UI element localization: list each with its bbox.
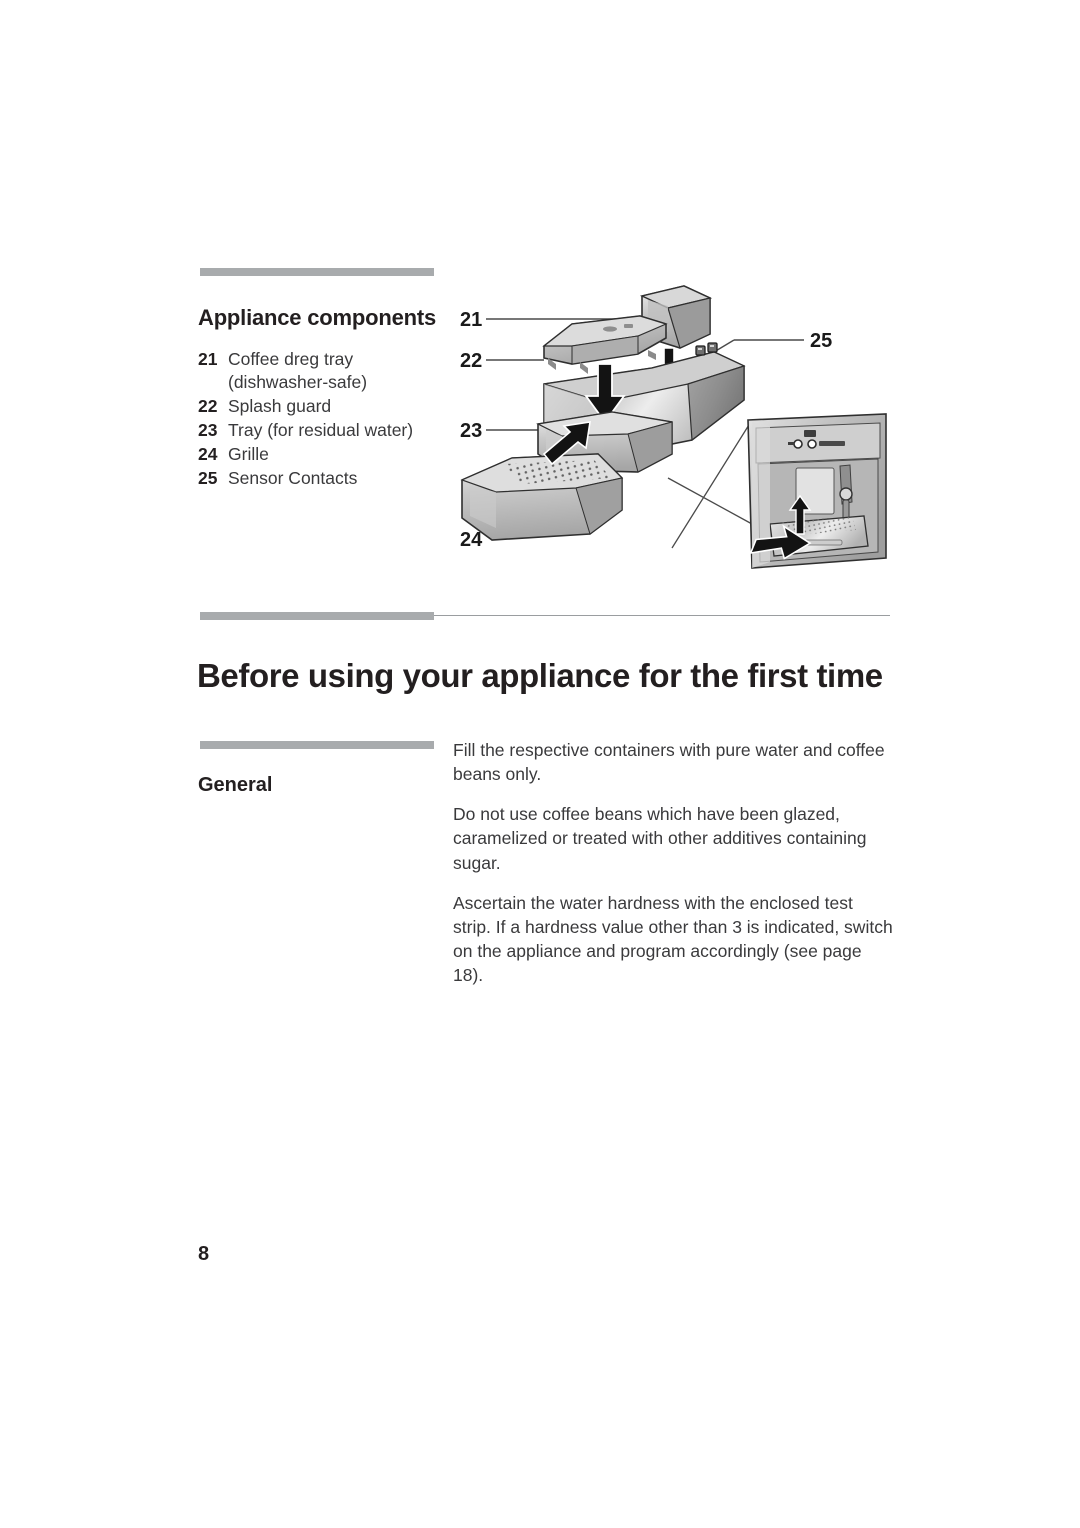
callout-23: 23	[460, 420, 482, 442]
exploded-view-illustration: 21 22 23 24 25	[452, 272, 892, 572]
callout-22: 22	[460, 350, 482, 372]
component-label-group: Coffee dreg tray (dishwasher-safe)	[228, 348, 448, 394]
section-rule-bar	[200, 612, 434, 620]
component-number: 23	[198, 420, 218, 441]
paragraph: Do not use coffee beans which have been …	[453, 804, 867, 873]
component-number: 25	[198, 468, 218, 489]
component-number: 21	[198, 349, 218, 369]
list-item: 24 Grille	[198, 443, 448, 466]
subsection-rule-bar	[200, 741, 434, 749]
component-number: 22	[198, 396, 218, 417]
callout-25: 25	[810, 330, 832, 352]
component-sublabel: (dishwasher-safe)	[228, 372, 368, 393]
callout-21: 21	[460, 309, 482, 331]
section-rule-line	[434, 615, 890, 616]
page-title: Before using your appliance for the firs…	[197, 657, 883, 695]
component-number: 24	[198, 444, 218, 465]
paragraph: Fill the respective containers with pure…	[453, 740, 885, 785]
section-rule-bar	[200, 268, 434, 276]
part-grille	[460, 453, 624, 541]
general-subheading: General	[198, 774, 273, 796]
component-label: Sensor Contacts	[228, 468, 358, 489]
component-label: Grille	[228, 444, 269, 465]
callout-24: 24	[460, 529, 483, 551]
component-label: Coffee dreg tray	[228, 349, 354, 369]
appliance-components-heading: Appliance components	[198, 305, 437, 331]
appliance-components-list: 21 Coffee dreg tray (dishwasher-safe) 22…	[198, 348, 448, 492]
paragraph: Ascertain the water hardness with the en…	[453, 892, 893, 986]
manual-page: Appliance components 21 Coffee dreg tray…	[0, 0, 1080, 1528]
general-body-text: Fill the respective containers with pure…	[453, 738, 893, 987]
component-label: Tray (for residual water)	[228, 420, 414, 441]
list-item: 25 Sensor Contacts	[198, 467, 448, 490]
list-item: 21 Coffee dreg tray (dishwasher-safe)	[198, 348, 448, 394]
list-item: 23 Tray (for residual water)	[198, 419, 448, 442]
page-number: 8	[198, 1243, 210, 1265]
list-item: 22 Splash guard	[198, 395, 448, 418]
component-label: Splash guard	[228, 396, 332, 417]
appliance-components-section: Appliance components 21 Coffee dreg tray…	[0, 0, 1080, 600]
